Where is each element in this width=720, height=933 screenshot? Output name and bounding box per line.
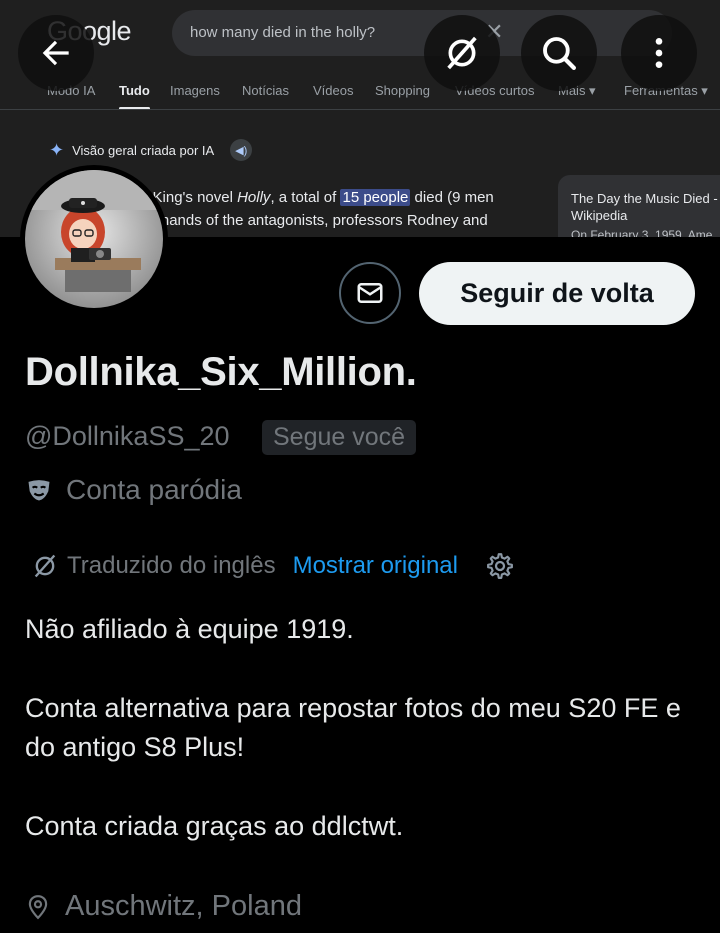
location-row: Auschwitz, Poland [25, 890, 302, 923]
grok-icon [447, 36, 477, 70]
display-name: Dollnika_Six_Million. [25, 350, 417, 394]
location-pin-icon [28, 894, 48, 919]
ai-text-line: he hands of the antagonists, professors … [140, 212, 488, 229]
side-card-snippet: On February 3, 1959, Ame [571, 228, 713, 237]
back-button[interactable] [18, 15, 94, 91]
follows-you-badge: Segue você [262, 420, 417, 455]
avatar[interactable] [20, 165, 168, 313]
ai-overview-label: Visão geral criada por IA [72, 142, 215, 158]
message-button[interactable] [339, 262, 401, 324]
translation-settings-button[interactable] [485, 551, 515, 581]
envelope-icon [357, 283, 383, 303]
follow-back-button[interactable]: Seguir de volta [419, 262, 695, 325]
banner-divider [0, 109, 720, 110]
banner-tab: Vídeos [313, 83, 354, 98]
location-text: Auschwitz, Poland [65, 890, 302, 922]
speaker-icon: ◀) [230, 139, 253, 161]
gear-icon [487, 553, 513, 579]
ai-text-highlight: 15 people [340, 189, 411, 206]
banner-tab: Shopping [375, 83, 430, 98]
parody-label-row: Conta paródia [25, 474, 242, 506]
parody-label: Conta paródia [66, 474, 242, 505]
grok-translate-icon [34, 554, 56, 578]
ai-text-fragment: , a total of [270, 189, 341, 206]
search-button[interactable] [521, 15, 597, 91]
bio-line: Não afiliado à equipe 1919. [25, 614, 354, 644]
ai-text-italic: Holly [237, 189, 271, 206]
banner-tab: Notícias [242, 83, 289, 98]
grok-button[interactable] [424, 15, 500, 91]
ai-overview-text: n King's novel Holly, a total of 15 peop… [140, 186, 540, 232]
banner-search-query: how many died in the holly? [190, 24, 376, 41]
banner-tab: Imagens [170, 83, 220, 98]
ai-overview-header: ✦ Visão geral criada por IA ◀) [49, 139, 253, 161]
profile-handle: @DollnikaSS_20 [25, 421, 230, 451]
arrow-left-icon [42, 40, 69, 66]
banner-tabs: Modo IA Tudo Imagens Notícias Vídeos Sho… [47, 83, 720, 110]
search-icon [543, 37, 576, 70]
sparkle-icon: ✦ [49, 140, 65, 160]
banner-side-card: The Day the Music Died - Wikipedia On Fe… [558, 175, 720, 237]
banner-tab-active: Tudo [119, 83, 150, 110]
side-card-title: The Day the Music Died - Wikipedia [571, 191, 718, 223]
translated-from-label: Traduzido do inglês [67, 552, 276, 579]
more-options-button[interactable] [621, 15, 697, 91]
more-vertical-icon [655, 38, 663, 68]
ai-text-fragment: died (9 men [410, 189, 494, 206]
bio-line: Conta criada graças ao ddlctwt. [25, 811, 404, 841]
avatar-image [25, 170, 163, 308]
translation-row: Traduzido do inglês Mostrar original [31, 549, 515, 583]
mask-icon [28, 480, 50, 501]
show-original-link[interactable]: Mostrar original [293, 552, 458, 580]
bio-line: Conta alternativa para repostar fotos do… [25, 693, 681, 762]
profile-bio: Não afiliado à equipe 1919. Conta altern… [25, 610, 695, 886]
banner-search-box: how many died in the holly? ✕ [172, 10, 672, 56]
